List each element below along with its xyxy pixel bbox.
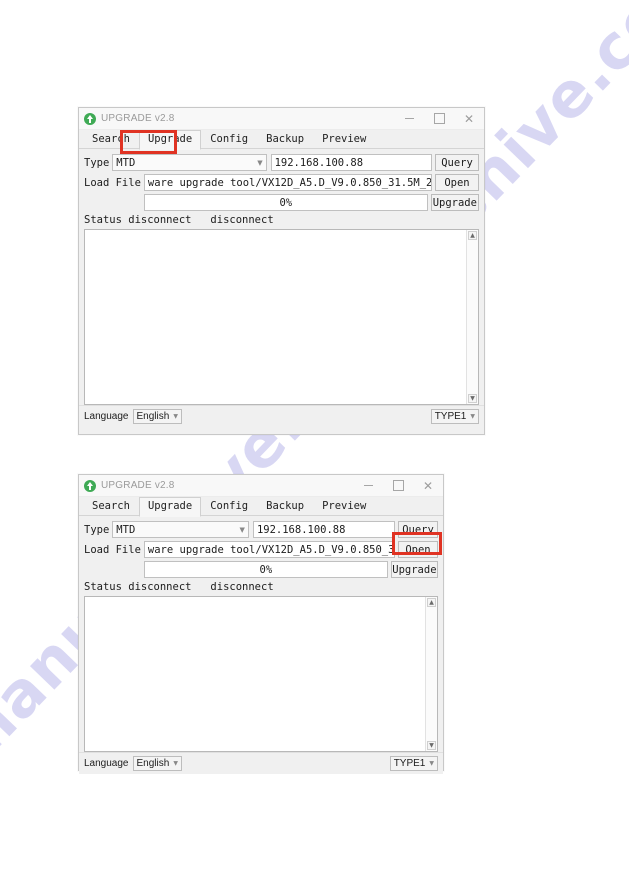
scroll-down-icon[interactable]: ▼ xyxy=(427,741,436,750)
status-bar: Language English ▼ TYPE1 ▼ xyxy=(79,752,443,774)
progress-bar: 0% xyxy=(143,561,388,578)
chevron-down-icon: ▼ xyxy=(239,525,245,534)
type-select[interactable]: MTD ▼ xyxy=(112,154,267,171)
language-label: Language xyxy=(84,411,129,422)
log-vertical-scrollbar[interactable]: ▲ ▼ xyxy=(425,597,437,751)
tab-search[interactable]: Search xyxy=(83,497,139,516)
scroll-up-icon[interactable]: ▲ xyxy=(468,231,477,240)
tab-config[interactable]: Config xyxy=(201,497,257,516)
window-title: UPGRADE v2.8 xyxy=(101,480,175,491)
tab-backup[interactable]: Backup xyxy=(257,130,313,149)
language-label: Language xyxy=(84,758,129,769)
maximize-icon[interactable] xyxy=(383,475,413,496)
tab-bar: Search Upgrade Config Backup Preview xyxy=(79,497,443,517)
type-label: Type xyxy=(84,523,110,536)
type-select[interactable]: MTD ▼ xyxy=(112,521,249,538)
chevron-down-icon: ▼ xyxy=(257,158,263,167)
close-icon[interactable]: ✕ xyxy=(454,108,484,129)
chevron-down-icon: ▼ xyxy=(173,760,178,767)
tab-search[interactable]: Search xyxy=(83,130,139,149)
upload-arrow-icon xyxy=(84,479,96,492)
progress-bar: 0% xyxy=(143,194,428,211)
type-select-value: MTD xyxy=(116,156,136,169)
ip-address-input[interactable]: 192.168.100.88 xyxy=(270,154,432,171)
chevron-down-icon: ▼ xyxy=(173,413,178,420)
status-line: Status disconnect disconnect xyxy=(84,581,274,593)
load-file-input[interactable]: ware upgrade tool/VX12D_A5.D_V9.0.850_31… xyxy=(143,541,395,558)
upgrade-panel: Type MTD ▼ 192.168.100.88 Query Load Fil… xyxy=(79,149,484,405)
chevron-down-icon: ▼ xyxy=(470,413,475,420)
load-file-input[interactable]: ware upgrade tool/VX12D_A5.D_V9.0.850_31… xyxy=(143,174,432,191)
chevron-down-icon: ▼ xyxy=(429,760,434,767)
log-output-box: ▲ ▼ xyxy=(84,596,438,752)
tab-bar: Search Upgrade Config Backup Preview xyxy=(79,130,484,150)
upgrade-window-top: UPGRADE v2.8 ✕ Search Upgrade Config Bac… xyxy=(78,107,485,435)
close-icon[interactable]: ✕ xyxy=(413,475,443,496)
type-row: Type MTD ▼ 192.168.100.88 Query xyxy=(84,521,438,538)
window-title: UPGRADE v2.8 xyxy=(101,113,175,124)
language-select-value: English xyxy=(136,411,170,422)
window-controls: ✕ xyxy=(394,108,484,129)
query-button[interactable]: Query xyxy=(435,154,479,171)
tab-preview[interactable]: Preview xyxy=(313,130,375,149)
load-file-row: Load File ware upgrade tool/VX12D_A5.D_V… xyxy=(84,541,438,558)
device-type-select[interactable]: TYPE1 ▼ xyxy=(389,756,438,771)
tab-upgrade[interactable]: Upgrade xyxy=(138,130,202,150)
scroll-down-icon[interactable]: ▼ xyxy=(468,394,477,403)
upgrade-panel: Type MTD ▼ 192.168.100.88 Query Load Fil… xyxy=(79,516,443,752)
log-vertical-scrollbar[interactable]: ▲ ▼ xyxy=(466,230,478,404)
tab-config[interactable]: Config xyxy=(201,130,257,149)
minimize-icon[interactable] xyxy=(353,475,383,496)
tab-upgrade[interactable]: Upgrade xyxy=(138,497,202,517)
language-select-value: English xyxy=(136,758,170,769)
language-select[interactable]: English ▼ xyxy=(132,409,182,424)
device-type-select-value: TYPE1 xyxy=(393,758,426,769)
load-file-row: Load File ware upgrade tool/VX12D_A5.D_V… xyxy=(84,174,479,191)
progress-row: Load File 0% Upgrade xyxy=(84,561,438,578)
load-file-label: Load File xyxy=(84,543,141,556)
query-button[interactable]: Query xyxy=(398,521,438,538)
tab-preview[interactable]: Preview xyxy=(313,497,375,516)
open-button[interactable]: Open xyxy=(435,174,479,191)
ip-address-input[interactable]: 192.168.100.88 xyxy=(252,521,395,538)
device-type-select[interactable]: TYPE1 ▼ xyxy=(430,409,479,424)
upgrade-button[interactable]: Upgrade xyxy=(430,194,479,211)
title-bar: UPGRADE v2.8 ✕ xyxy=(79,475,443,497)
log-output-box: ▲ ▼ xyxy=(84,229,479,405)
upload-arrow-icon xyxy=(84,112,96,125)
title-bar: UPGRADE v2.8 ✕ xyxy=(79,108,484,130)
scroll-up-icon[interactable]: ▲ xyxy=(427,598,436,607)
tab-backup[interactable]: Backup xyxy=(257,497,313,516)
window-controls: ✕ xyxy=(353,475,443,496)
upgrade-button[interactable]: Upgrade xyxy=(390,561,438,578)
device-type-select-value: TYPE1 xyxy=(434,411,467,422)
load-file-label: Load File xyxy=(84,176,141,189)
type-label: Type xyxy=(84,156,110,169)
maximize-icon[interactable] xyxy=(424,108,454,129)
minimize-icon[interactable] xyxy=(394,108,424,129)
type-select-value: MTD xyxy=(116,523,136,536)
log-textarea[interactable] xyxy=(85,230,466,404)
log-textarea[interactable] xyxy=(85,597,425,751)
language-select[interactable]: English ▼ xyxy=(132,756,182,771)
type-row: Type MTD ▼ 192.168.100.88 Query xyxy=(84,154,479,171)
progress-row: Load File 0% Upgrade xyxy=(84,194,479,211)
upgrade-window-bottom: UPGRADE v2.8 ✕ Search Upgrade Config Bac… xyxy=(78,474,444,774)
open-button[interactable]: Open xyxy=(398,541,438,558)
status-bar: Language English ▼ TYPE1 ▼ xyxy=(79,405,484,427)
status-line: Status disconnect disconnect xyxy=(84,214,274,226)
